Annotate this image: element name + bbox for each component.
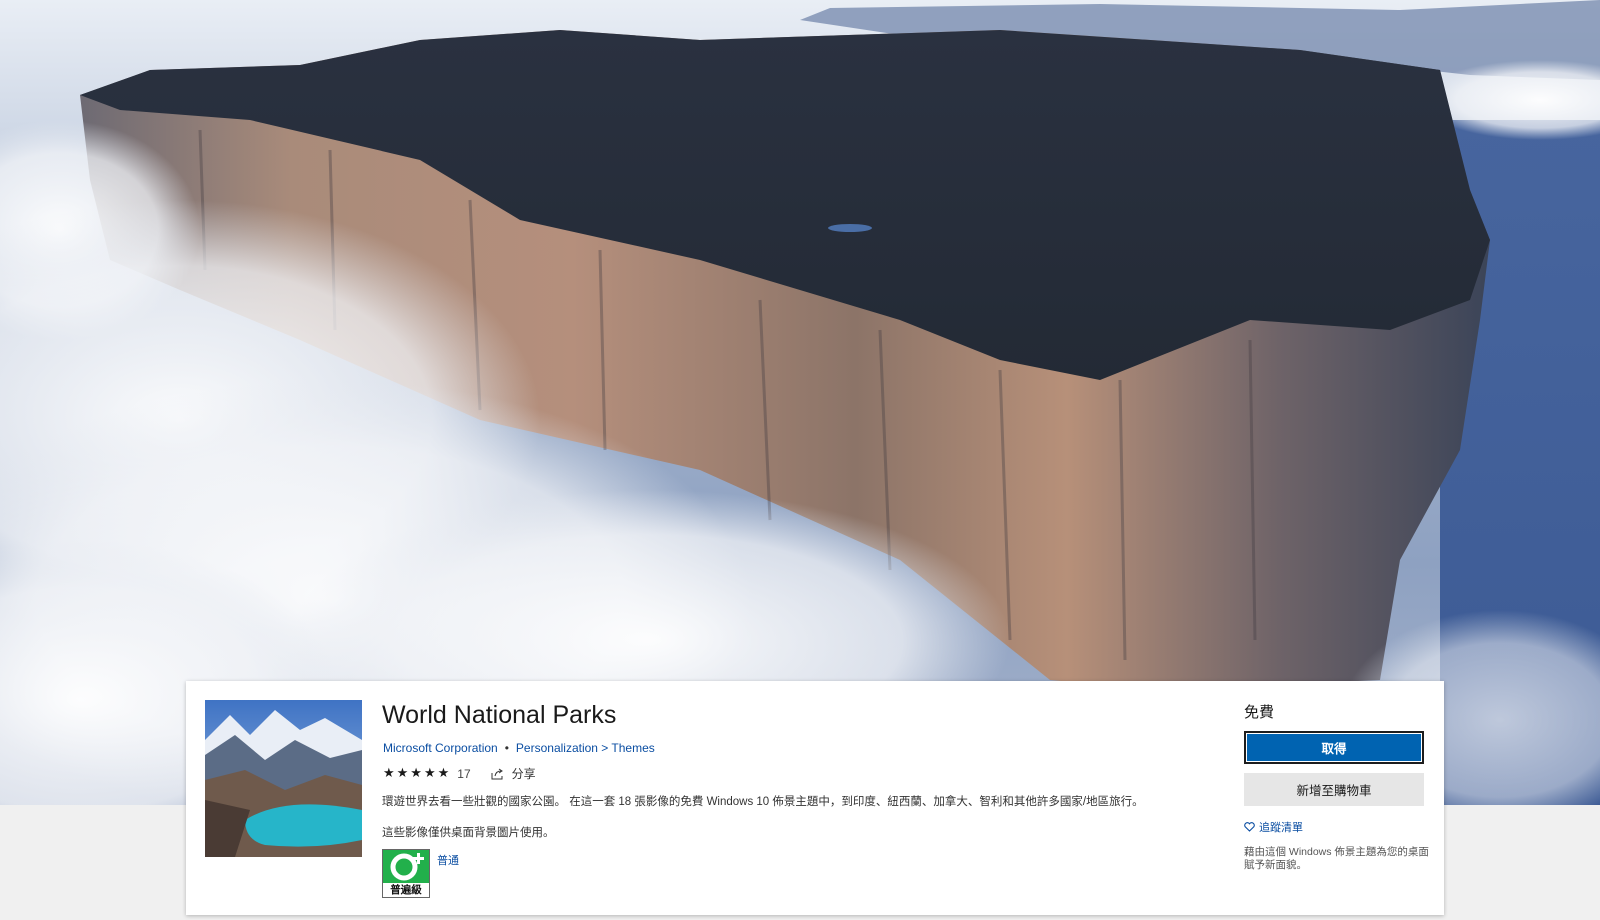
product-card: World National Parks Microsoft Corporati… [186, 681, 1444, 915]
publisher-link[interactable]: Microsoft Corporation [383, 741, 498, 755]
usage-note: 這些影像僅供桌面背景圖片使用。 [382, 827, 555, 839]
price-label: 免費 [1244, 704, 1275, 721]
product-thumbnail [205, 700, 362, 857]
age-rating-badge[interactable]: 普遍級 [382, 849, 430, 898]
share-icon [491, 768, 503, 779]
product-meta: Microsoft Corporation • Personalization > … [383, 741, 655, 755]
add-to-cart-button[interactable]: 新增至購物車 [1244, 773, 1424, 806]
product-title: World National Parks [382, 701, 617, 729]
share-label: 分享 [511, 767, 536, 781]
share-button[interactable]: 分享 [491, 765, 536, 782]
wishlist-label: 追蹤清單 [1259, 822, 1303, 834]
age-rating-badge-label: 普遍級 [390, 884, 422, 896]
get-button[interactable]: 取得 [1244, 731, 1424, 764]
age-rating-link[interactable]: 普通 [437, 852, 459, 868]
age-rating-icon [383, 850, 429, 883]
rating-row: ★★★★★ 17 分享 [383, 765, 536, 782]
rating-stars[interactable]: ★★★★★ [383, 766, 451, 781]
wishlist-button[interactable]: 追蹤清單 [1244, 819, 1303, 835]
mountain-lake-thumbnail-image [205, 700, 362, 857]
category-link[interactable]: Personalization > Themes [516, 741, 655, 755]
meta-separator: • [504, 741, 509, 755]
heart-icon [1244, 822, 1255, 832]
theme-side-note: 藉由這個 Windows 佈景主題為您的桌面賦予新面貌。 [1244, 846, 1429, 871]
rating-count[interactable]: 17 [457, 767, 470, 781]
product-description: 環遊世界去看一些壯觀的國家公園。 在這一套 18 張影像的免費 Windows … [382, 796, 1144, 808]
